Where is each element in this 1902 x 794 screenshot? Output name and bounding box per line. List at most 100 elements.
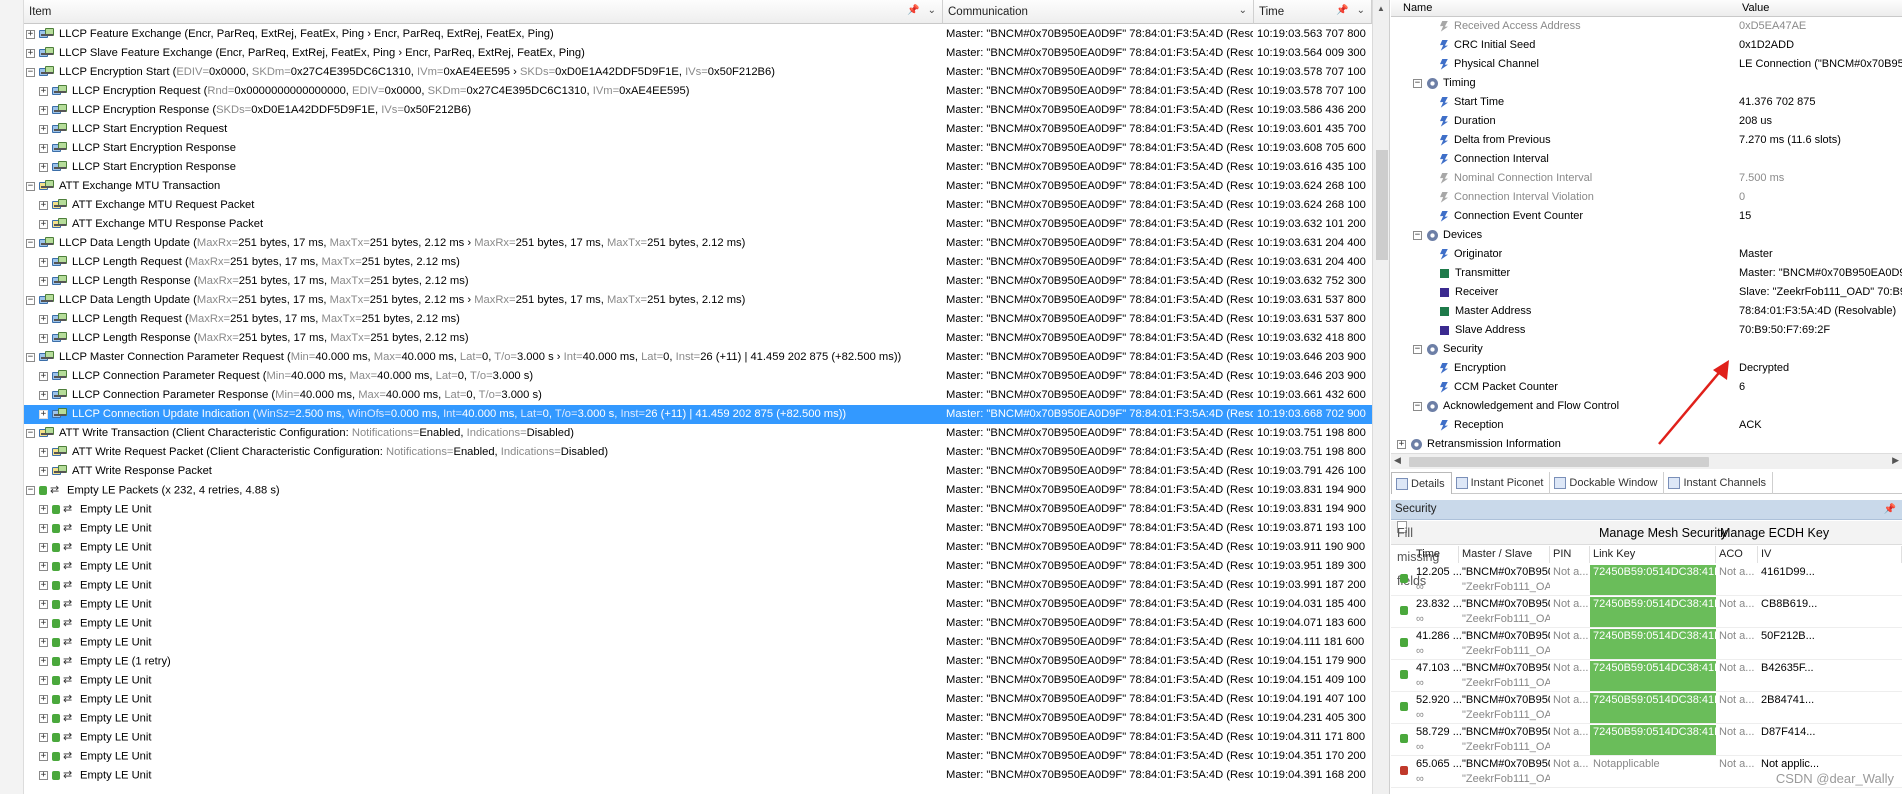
link-key-cell[interactable]: 72450B59:0514DC38:41BC... (1590, 661, 1716, 691)
expand-icon[interactable]: + (39, 143, 48, 153)
tree-row[interactable]: − Security (1391, 340, 1902, 359)
collapse-icon[interactable]: − (26, 181, 35, 191)
collapse-icon[interactable]: − (26, 428, 35, 438)
expand-icon[interactable]: + (39, 162, 48, 172)
tree-row[interactable]: Originator Master (1391, 245, 1902, 264)
table-row[interactable]: + ⇄ Empty LE Unit Master: "BNCM#0x70B950EA0… (24, 709, 1372, 728)
tab-instant-piconet[interactable]: Instant Piconet (1452, 472, 1551, 494)
link-key-cell[interactable]: 72450B59:0514DC38:41BC... (1590, 693, 1716, 723)
table-row[interactable]: + LLCP Length Response (MaxRx=251 bytes, … (24, 329, 1372, 348)
table-row[interactable]: + LLCP Start Encryption Response Master: "… (24, 158, 1372, 177)
security-column-header[interactable]: IV (1758, 546, 1902, 563)
tree-row[interactable]: Encryption Decrypted (1391, 359, 1902, 378)
security-row[interactable]: 41.286 ... ∞ "BNCM#0x70B950... "ZeekrFob111… (1391, 628, 1902, 660)
collapse-icon[interactable]: − (1413, 401, 1422, 411)
collapse-icon[interactable]: − (26, 295, 35, 305)
expand-icon[interactable]: + (39, 600, 48, 609)
details-col-name[interactable]: Name (1403, 2, 1432, 14)
table-row[interactable]: + LLCP Length Response (MaxRx=251 bytes, … (24, 272, 1372, 291)
security-column-header[interactable]: Master / Slave (1459, 546, 1550, 563)
tree-row[interactable]: Connection Interval Violation 0 (1391, 188, 1902, 207)
details-col-value[interactable]: Value (1742, 2, 1769, 14)
collapse-icon[interactable]: − (1413, 344, 1422, 354)
horizontal-scrollbar[interactable]: ◀ ▶ (1391, 453, 1902, 469)
security-column-header[interactable]: Link Key (1590, 546, 1716, 563)
table-row[interactable]: + ⇄ Empty LE Unit Master: "BNCM#0x70B950EA0… (24, 557, 1372, 576)
expand-icon[interactable]: + (39, 714, 48, 723)
security-row[interactable]: 52.920 ... ∞ "BNCM#0x70B950... "ZeekrFob111… (1391, 692, 1902, 724)
collapse-icon[interactable]: − (26, 67, 35, 77)
table-row[interactable]: − ATT Write Transaction (Client Character… (24, 424, 1372, 443)
expand-icon[interactable]: + (39, 371, 48, 381)
security-column-header[interactable]: PIN (1550, 546, 1590, 563)
scroll-left-icon[interactable]: ◀ (1394, 455, 1401, 466)
tree-row[interactable]: Transmitter Master: "BNCM#0x70B950EA0D9F (1391, 264, 1902, 283)
table-row[interactable]: + LLCP Connection Update Indication (WinS… (24, 405, 1372, 424)
expand-icon[interactable]: + (39, 752, 48, 761)
expand-icon[interactable]: + (39, 86, 48, 96)
expand-icon[interactable]: + (39, 524, 48, 533)
tree-row[interactable]: Nominal Connection Interval 7.500 ms (1391, 169, 1902, 188)
expand-icon[interactable]: + (39, 219, 48, 229)
chevron-down-icon[interactable]: ⌄ (1239, 5, 1247, 16)
expand-icon[interactable]: + (39, 447, 48, 457)
table-row[interactable]: − LLCP Data Length Update (MaxRx=251 byte… (24, 291, 1372, 310)
table-row[interactable]: + ⇄ Empty LE Unit Master: "BNCM#0x70B950EA0… (24, 747, 1372, 766)
table-row[interactable]: + LLCP Connection Parameter Response (Min… (24, 386, 1372, 405)
table-row[interactable]: − LLCP Data Length Update (MaxRx=251 byte… (24, 234, 1372, 253)
table-row[interactable]: + LLCP Length Request (MaxRx=251 bytes, 1… (24, 253, 1372, 272)
tab-instant-channels[interactable]: Instant Channels (1664, 472, 1774, 494)
tree-row[interactable]: CRC Initial Seed 0x1D2ADD (1391, 36, 1902, 55)
table-row[interactable]: − LLCP Master Connection Parameter Reques… (24, 348, 1372, 367)
tab-dockable-window[interactable]: Dockable Window (1550, 472, 1665, 494)
table-row[interactable]: − LLCP Encryption Start (EDIV=0x0000, SKD… (24, 63, 1372, 82)
column-header-time[interactable]: Time 📌 ⌄ (1254, 0, 1372, 24)
scrollbar-thumb[interactable] (1409, 457, 1709, 467)
table-row[interactable]: + LLCP Encryption Request (Rnd=0x00000000… (24, 82, 1372, 101)
table-row[interactable]: + ATT Exchange MTU Request Packet Master: … (24, 196, 1372, 215)
tree-row[interactable]: + Retransmission Information (1391, 435, 1902, 454)
scrollbar-thumb[interactable] (1376, 150, 1388, 260)
table-row[interactable]: + LLCP Connection Parameter Request (Min=… (24, 367, 1372, 386)
tree-row[interactable]: Slave Address 70:B9:50:F7:69:2F (1391, 321, 1902, 340)
collapse-icon[interactable]: − (1413, 78, 1422, 88)
tree-row[interactable]: − Devices (1391, 226, 1902, 245)
table-row[interactable]: + ⇄ Empty LE Unit Master: "BNCM#0x70B950EA0… (24, 728, 1372, 747)
table-row[interactable]: − ⇄ Empty LE Packets (x 232, 4 retries, 4.… (24, 481, 1372, 500)
expand-icon[interactable]: + (39, 276, 48, 286)
tree-row[interactable]: Physical Channel LE Connection ("BNCM#0x7… (1391, 55, 1902, 74)
expand-icon[interactable]: + (39, 124, 48, 134)
security-row[interactable]: 12.205 ... ∞ "BNCM#0x70B950... "ZeekrFob111… (1391, 564, 1902, 596)
expand-icon[interactable]: + (39, 657, 48, 666)
table-row[interactable]: + ⇄ Empty LE Unit Master: "BNCM#0x70B950EA0… (24, 690, 1372, 709)
table-row[interactable]: − ATT Exchange MTU Transaction Master: "BN… (24, 177, 1372, 196)
tree-row[interactable]: − Timing (1391, 74, 1902, 93)
tree-row[interactable]: Reception ACK (1391, 416, 1902, 435)
chevron-down-icon[interactable]: ⌄ (1357, 5, 1365, 16)
expand-icon[interactable]: + (39, 105, 48, 115)
table-row[interactable]: + ⇄ Empty LE Unit Master: "BNCM#0x70B950EA0… (24, 538, 1372, 557)
tree-row[interactable]: Connection Interval (1391, 150, 1902, 169)
table-row[interactable]: + ⇄ Empty LE Unit Master: "BNCM#0x70B950EA0… (24, 614, 1372, 633)
expand-icon[interactable]: + (39, 581, 48, 590)
column-header-communication[interactable]: Communication ⌄ (943, 0, 1254, 24)
table-row[interactable]: + ⇄ Empty LE Unit Master: "BNCM#0x70B950EA0… (24, 671, 1372, 690)
pin-icon[interactable]: 📌 (1336, 5, 1348, 16)
scroll-right-icon[interactable]: ▶ (1892, 455, 1899, 466)
collapse-icon[interactable]: − (26, 352, 35, 362)
security-row[interactable]: 23.832 ... ∞ "BNCM#0x70B950... "ZeekrFob111… (1391, 596, 1902, 628)
manage-mesh-security-button[interactable]: Manage Mesh Security (1599, 521, 1727, 545)
table-row[interactable]: + ⇄ Empty LE (1 retry) Master: "BNCM#0x70B9… (24, 652, 1372, 671)
link-key-cell[interactable]: 72450B59:0514DC38:41BC... (1590, 725, 1716, 755)
vertical-scrollbar[interactable]: ▲ (1372, 0, 1389, 794)
table-row[interactable]: + ⇄ Empty LE Unit Master: "BNCM#0x70B950EA0… (24, 576, 1372, 595)
tree-row[interactable]: Received Access Address 0xD5EA47AE (1391, 17, 1902, 36)
expand-icon[interactable]: + (39, 733, 48, 742)
collapse-icon[interactable]: − (26, 486, 35, 495)
column-header-item[interactable]: Item 📌 ⌄ (24, 0, 943, 24)
tree-row[interactable]: Duration 208 us (1391, 112, 1902, 131)
table-row[interactable]: + ATT Exchange MTU Response Packet Master:… (24, 215, 1372, 234)
pin-icon[interactable]: 📌 (1884, 500, 1896, 519)
collapse-icon[interactable]: − (26, 238, 35, 248)
chevron-down-icon[interactable]: ⌄ (928, 5, 936, 16)
